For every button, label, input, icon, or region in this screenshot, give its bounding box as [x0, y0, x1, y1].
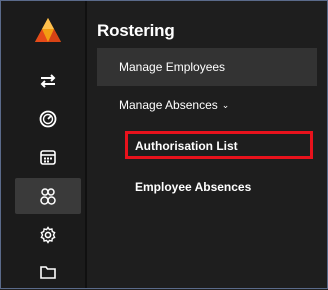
nav-swap-button[interactable]	[15, 63, 81, 99]
calendar-icon	[40, 150, 56, 165]
dashboard-gauge-icon	[39, 110, 57, 128]
nav-rostering-button[interactable]	[15, 178, 81, 214]
icon-rail	[1, 1, 85, 288]
menu-item-label: Manage Employees	[119, 60, 226, 74]
folder-icon	[40, 266, 56, 279]
menu-item-manage-absences[interactable]: Manage Absences ⌄	[119, 95, 229, 115]
chevron-down-icon: ⌄	[221, 99, 230, 110]
swap-arrows-icon	[40, 74, 56, 88]
people-icon	[40, 188, 56, 205]
nav-calendar-button[interactable]	[15, 139, 81, 175]
menu-item-label: Employee Absences	[135, 180, 252, 194]
highlight-box	[125, 131, 313, 159]
nav-folder-button[interactable]	[15, 254, 81, 290]
nav-dashboard-button[interactable]	[15, 101, 81, 137]
nav-settings-button[interactable]	[15, 217, 81, 253]
panel-title: Rostering	[97, 21, 175, 40]
app-frame: Rostering Manage Employees Manage Absenc…	[0, 0, 328, 289]
menu-item-label: Manage Absences	[119, 98, 218, 112]
app-logo-icon[interactable]	[34, 16, 62, 44]
menu-item-manage-employees[interactable]: Manage Employees	[97, 48, 317, 86]
menu-item-employee-absences[interactable]: Employee Absences	[135, 177, 251, 197]
settings-gear-icon	[40, 226, 56, 244]
